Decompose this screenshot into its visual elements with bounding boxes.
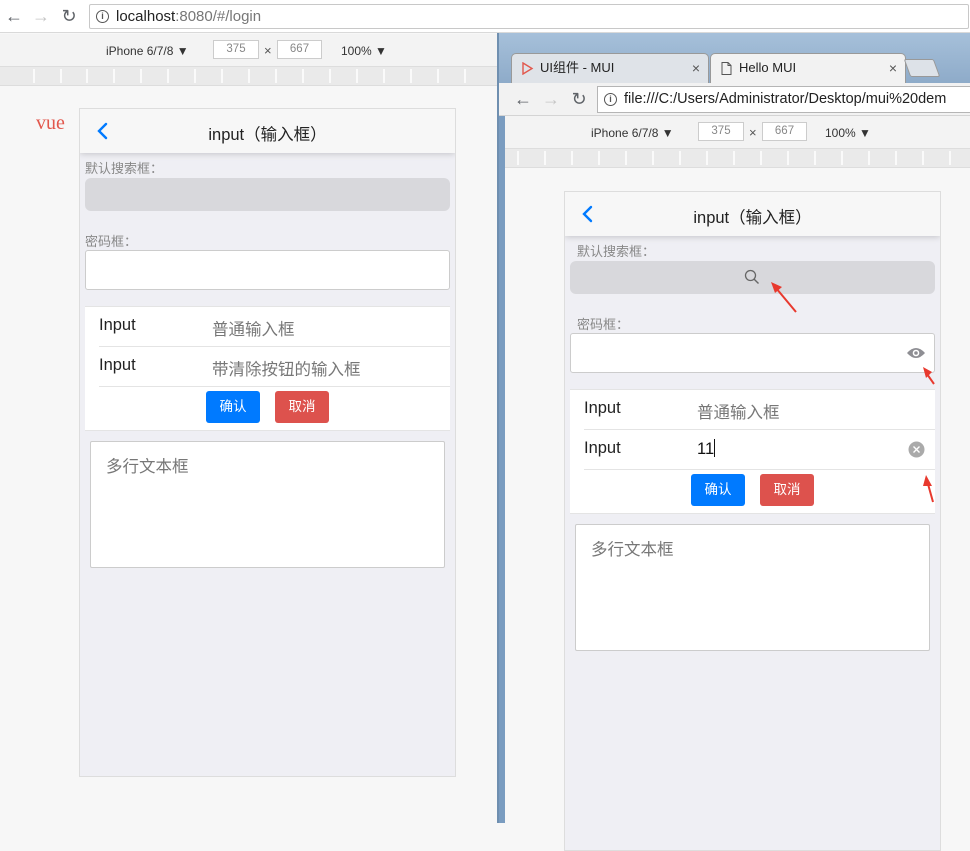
page-title: input（输入框） <box>208 126 327 144</box>
confirm-button[interactable]: 确认 <box>206 391 260 423</box>
left-device-toolbar: iPhone 6/7/8 ▼ 375 × 667 100% ▼ <box>0 34 497 66</box>
row-label: Input <box>99 316 136 334</box>
dim-separator: × <box>749 125 757 140</box>
reload-icon[interactable]: ↻ <box>569 89 589 109</box>
row-label: Input <box>584 439 621 457</box>
form-row-clearable[interactable]: Input 带清除按钮的输入框 <box>99 347 450 387</box>
mui-logo-icon <box>522 62 534 75</box>
dim-separator: × <box>264 43 272 58</box>
height-input[interactable]: 667 <box>762 122 807 141</box>
form-row-normal[interactable]: Input 普通输入框 <box>584 390 935 430</box>
left-ruler <box>0 66 497 86</box>
cancel-button[interactable]: 取消 <box>275 391 329 423</box>
tab-hello-mui[interactable]: Hello MUI × <box>710 53 906 83</box>
document-icon <box>721 62 732 75</box>
clearable-input[interactable]: 带清除按钮的输入框 <box>212 356 361 380</box>
forward-arrow-icon[interactable]: → <box>31 6 51 26</box>
tab-strip: UI组件 - MUI × Hello MUI × <box>499 33 970 83</box>
password-label: 密码框： <box>577 317 630 332</box>
multiline-textarea[interactable]: 多行文本框 <box>90 441 445 568</box>
annotation-arrow-icon <box>923 367 935 385</box>
tab-close-icon[interactable]: × <box>889 54 897 82</box>
password-input[interactable] <box>85 250 450 290</box>
page-title: input（输入框） <box>693 209 812 227</box>
annotation-arrow-icon <box>771 282 797 313</box>
row-label: Input <box>99 356 136 374</box>
left-phone-viewport: input（输入框） 默认搜索框： 密码框： Input 普通输入框 Input… <box>79 108 456 777</box>
info-icon: i <box>604 93 617 106</box>
device-select[interactable]: iPhone 6/7/8 ▼ <box>591 126 674 140</box>
back-arrow-icon[interactable]: ← <box>513 89 533 109</box>
password-label: 密码框： <box>85 234 138 249</box>
url-path: :8080/#/login <box>175 8 262 25</box>
clearable-input[interactable]: 11 <box>697 439 716 459</box>
tab-ui-components[interactable]: UI组件 - MUI × <box>511 53 709 83</box>
zoom-select[interactable]: 100% ▼ <box>341 44 387 58</box>
device-select[interactable]: iPhone 6/7/8 ▼ <box>106 44 189 58</box>
width-input[interactable]: 375 <box>698 122 744 141</box>
normal-input[interactable]: 普通输入框 <box>697 399 780 423</box>
row-label: Input <box>584 399 621 417</box>
reload-icon[interactable]: ↻ <box>59 6 79 26</box>
tab-close-icon[interactable]: × <box>692 54 700 82</box>
eye-icon[interactable] <box>906 346 926 360</box>
forward-arrow-icon[interactable]: → <box>541 89 561 109</box>
search-input[interactable] <box>85 178 450 211</box>
address-bar[interactable]: i file:///C:/Users/Administrator/Desktop… <box>597 86 970 113</box>
cancel-button[interactable]: 取消 <box>760 474 814 506</box>
search-label: 默认搜索框： <box>577 244 656 259</box>
right-page-body: iPhone 6/7/8 ▼ 375 × 667 100% ▼ input（输入… <box>505 116 970 851</box>
search-icon <box>744 269 759 284</box>
search-label: 默认搜索框： <box>85 161 164 176</box>
search-input[interactable] <box>570 261 935 294</box>
normal-input[interactable]: 普通输入框 <box>212 316 295 340</box>
form-row-normal[interactable]: Input 普通输入框 <box>99 307 450 347</box>
left-nav-bar: ← → ↻ i localhost:8080/#/login <box>0 0 970 33</box>
form-row-clearable[interactable]: Input 11 <box>584 430 935 470</box>
right-ruler <box>505 148 970 168</box>
right-browser-window: UI组件 - MUI × Hello MUI × ← → ↻ i file://… <box>497 33 970 851</box>
textarea-placeholder: 多行文本框 <box>591 541 674 559</box>
url-host: localhost <box>116 8 176 25</box>
text-cursor <box>714 439 716 457</box>
new-tab-button[interactable] <box>903 59 941 77</box>
width-input[interactable]: 375 <box>213 40 259 59</box>
confirm-button[interactable]: 确认 <box>691 474 745 506</box>
address-bar[interactable]: i localhost:8080/#/login <box>89 4 969 29</box>
right-device-toolbar: iPhone 6/7/8 ▼ 375 × 667 100% ▼ <box>505 116 970 148</box>
left-phone-header: input（输入框） <box>80 109 455 153</box>
input-form-card: Input 普通输入框 Input 11 确认 取消 <box>570 389 935 514</box>
annotation-arrow-icon <box>923 475 934 503</box>
height-input[interactable]: 667 <box>277 40 322 59</box>
clear-icon[interactable] <box>908 441 925 458</box>
right-phone-viewport: input（输入框） 默认搜索框： 密码框： Input 普通输入框 Input… <box>564 191 941 851</box>
url-text: file:///C:/Users/Administrator/Desktop/m… <box>624 91 947 107</box>
input-form-card: Input 普通输入框 Input 带清除按钮的输入框 确认 取消 <box>85 306 450 431</box>
right-phone-header: input（输入框） <box>565 192 940 236</box>
right-nav-bar: ← → ↻ i file:///C:/Users/Administrator/D… <box>499 83 970 116</box>
vue-annotation-label: vue <box>36 112 65 134</box>
info-icon: i <box>96 10 109 23</box>
back-arrow-icon[interactable]: ← <box>4 6 24 26</box>
zoom-select[interactable]: 100% ▼ <box>825 126 871 140</box>
textarea-placeholder: 多行文本框 <box>106 458 189 476</box>
password-input[interactable] <box>570 333 935 373</box>
multiline-textarea[interactable]: 多行文本框 <box>575 524 930 651</box>
